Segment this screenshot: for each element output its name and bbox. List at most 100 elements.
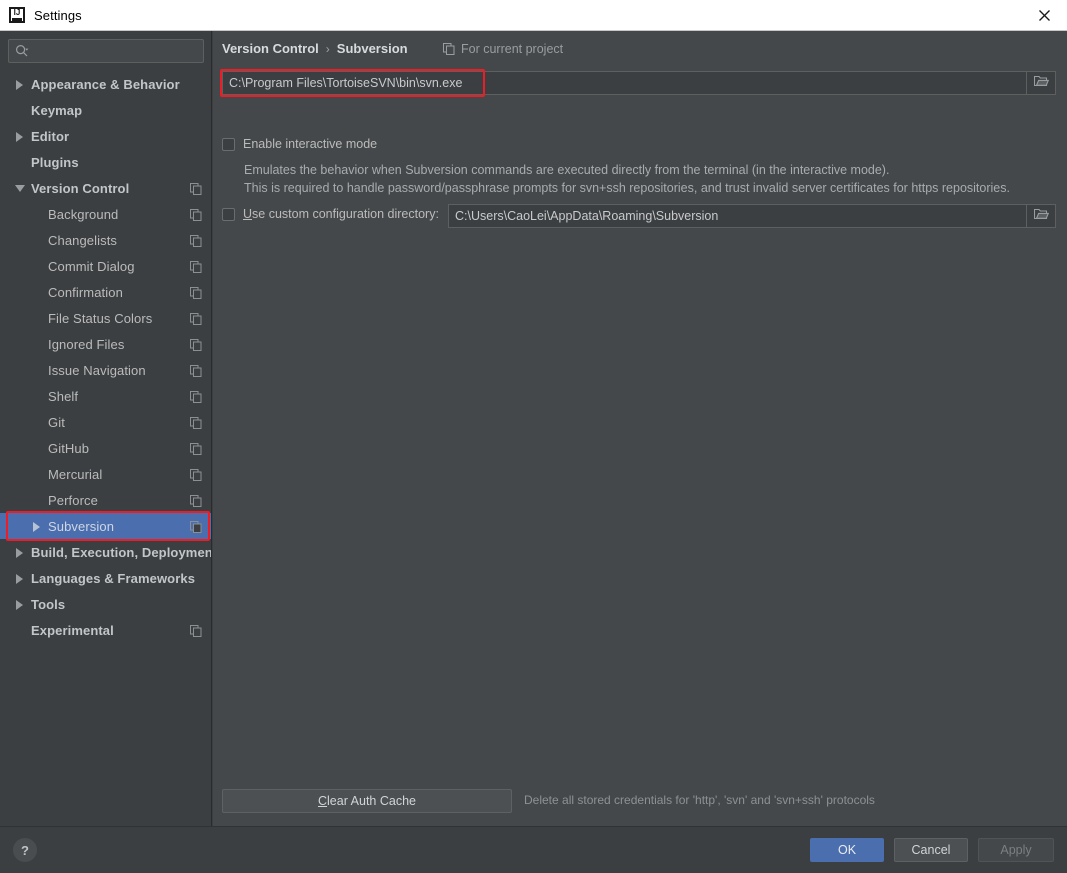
sidebar-item-label: File Status Colors [48,310,153,326]
sidebar-item-label: Tools [31,596,66,612]
clear-auth-cache-label: lear Auth Cache [327,794,416,808]
copy-icon [190,182,202,195]
copy-icon [190,364,202,377]
description-line-2: This is required to handle password/pass… [244,181,1010,195]
intellij-idea-icon: IJ [9,7,25,23]
breadcrumb-root[interactable]: Version Control [222,41,319,56]
search-box[interactable] [8,39,204,63]
sidebar-item-subversion[interactable]: Subversion [0,513,211,539]
sidebar-item-label: Perforce [48,492,98,508]
custom-config-dir-browse-button[interactable] [1027,204,1056,228]
copy-icon [190,520,202,533]
sidebar-item-label: Shelf [48,388,79,404]
sidebar-item-label: Plugins [31,154,79,170]
sidebar-item-mercurial[interactable]: Mercurial [0,461,211,487]
sidebar-item-shelf[interactable]: Shelf [0,383,211,409]
search-input[interactable] [29,41,203,61]
chevron-right-icon[interactable] [15,79,26,90]
sidebar-item-github[interactable]: GitHub [0,435,211,461]
sidebar-item-keymap[interactable]: Keymap [0,97,211,123]
enable-interactive-mode-row[interactable]: Enable interactive mode [222,137,377,151]
window-title: Settings [34,7,82,23]
sidebar-item-label: Commit Dialog [48,258,135,274]
sidebar-item-tools[interactable]: Tools [0,591,211,617]
sidebar-item-version-control[interactable]: Version Control [0,175,211,201]
sidebar-item-editor[interactable]: Editor [0,123,211,149]
copy-icon [190,312,202,325]
chevron-right-icon[interactable] [15,573,26,584]
settings-content-panel: Version Control › Subversion For current… [213,31,1067,826]
sidebar-item-label: Git [48,414,65,430]
sidebar-item-background[interactable]: Background [0,201,211,227]
sidebar-item-confirmation[interactable]: Confirmation [0,279,211,305]
sidebar-item-languages-frameworks[interactable]: Languages & Frameworks [0,565,211,591]
sidebar-item-label: Confirmation [48,284,123,300]
sidebar-item-label: Changelists [48,232,118,248]
sidebar-item-changelists[interactable]: Changelists [0,227,211,253]
for-current-project-label: For current project [443,42,563,56]
clear-auth-cache-button[interactable]: Clear Auth Cache [222,789,512,813]
sidebar-item-label: Background [48,206,119,222]
use-custom-config-dir-label: Use custom configuration directory: [243,207,439,221]
use-custom-config-dir-row[interactable]: Use custom configuration directory: [222,207,439,221]
sidebar-item-label: Languages & Frameworks [31,570,196,586]
sidebar-item-commit-dialog[interactable]: Commit Dialog [0,253,211,279]
copy-icon [190,338,202,351]
sidebar-item-label: Keymap [31,102,83,118]
use-custom-config-dir-checkbox[interactable] [222,207,235,221]
description-line-1: Emulates the behavior when Subversion co… [244,163,890,177]
enable-interactive-mode-checkbox[interactable] [222,137,235,151]
sidebar-item-perforce[interactable]: Perforce [0,487,211,513]
copy-icon [190,624,202,637]
sidebar-item-label: GitHub [48,440,90,456]
chevron-right-icon[interactable] [15,131,26,142]
chevron-right-icon[interactable] [15,547,26,558]
custom-config-dir-row: C:\Users\CaoLei\AppData\Roaming\Subversi… [448,204,1056,228]
sidebar-item-label: Mercurial [48,466,103,482]
chevron-right-icon[interactable] [32,521,43,532]
copy-icon [190,468,202,481]
copy-icon [190,286,202,299]
chevron-right-icon[interactable] [15,599,26,610]
use-custom-config-dir-label-rest: se custom configuration directory: [252,207,439,221]
copy-icon [190,442,202,455]
copy-icon [190,260,202,273]
copy-icon [443,43,455,55]
settings-tree: Appearance & Behavior Keymap Editor Plugins… [0,71,211,825]
clear-auth-cache-mnemonic: C [318,794,328,808]
sidebar-item-appearance-behavior[interactable]: Appearance & Behavior [0,71,211,97]
chevron-down-icon[interactable] [15,183,26,194]
sidebar-item-file-status-colors[interactable]: File Status Colors [0,305,211,331]
apply-button[interactable]: Apply [978,838,1054,862]
svn-executable-path-row: C:\Program Files\TortoiseSVN\bin\svn.exe [222,71,1056,95]
sidebar-item-ignored-files[interactable]: Ignored Files [0,331,211,357]
close-icon[interactable] [1021,0,1067,30]
folder-icon [1033,74,1049,92]
use-custom-config-dir-mnemonic: U [243,207,253,221]
sidebar-item-plugins[interactable]: Plugins [0,149,211,175]
custom-config-dir-input[interactable]: C:\Users\CaoLei\AppData\Roaming\Subversi… [448,204,1027,228]
svn-path-browse-button[interactable] [1027,71,1056,95]
sidebar-item-experimental[interactable]: Experimental [0,617,211,643]
sidebar-item-git[interactable]: Git [0,409,211,435]
ok-button[interactable]: OK [810,838,884,862]
svn-executable-path-input[interactable]: C:\Program Files\TortoiseSVN\bin\svn.exe [222,71,1027,95]
sidebar-item-build-execution-deployment[interactable]: Build, Execution, Deployment [0,539,211,565]
cancel-button[interactable]: Cancel [894,838,968,862]
sidebar-item-issue-navigation[interactable]: Issue Navigation [0,357,211,383]
breadcrumb: Version Control › Subversion [222,41,408,56]
help-button[interactable]: ? [13,838,37,862]
sidebar-item-label: Experimental [31,622,114,638]
